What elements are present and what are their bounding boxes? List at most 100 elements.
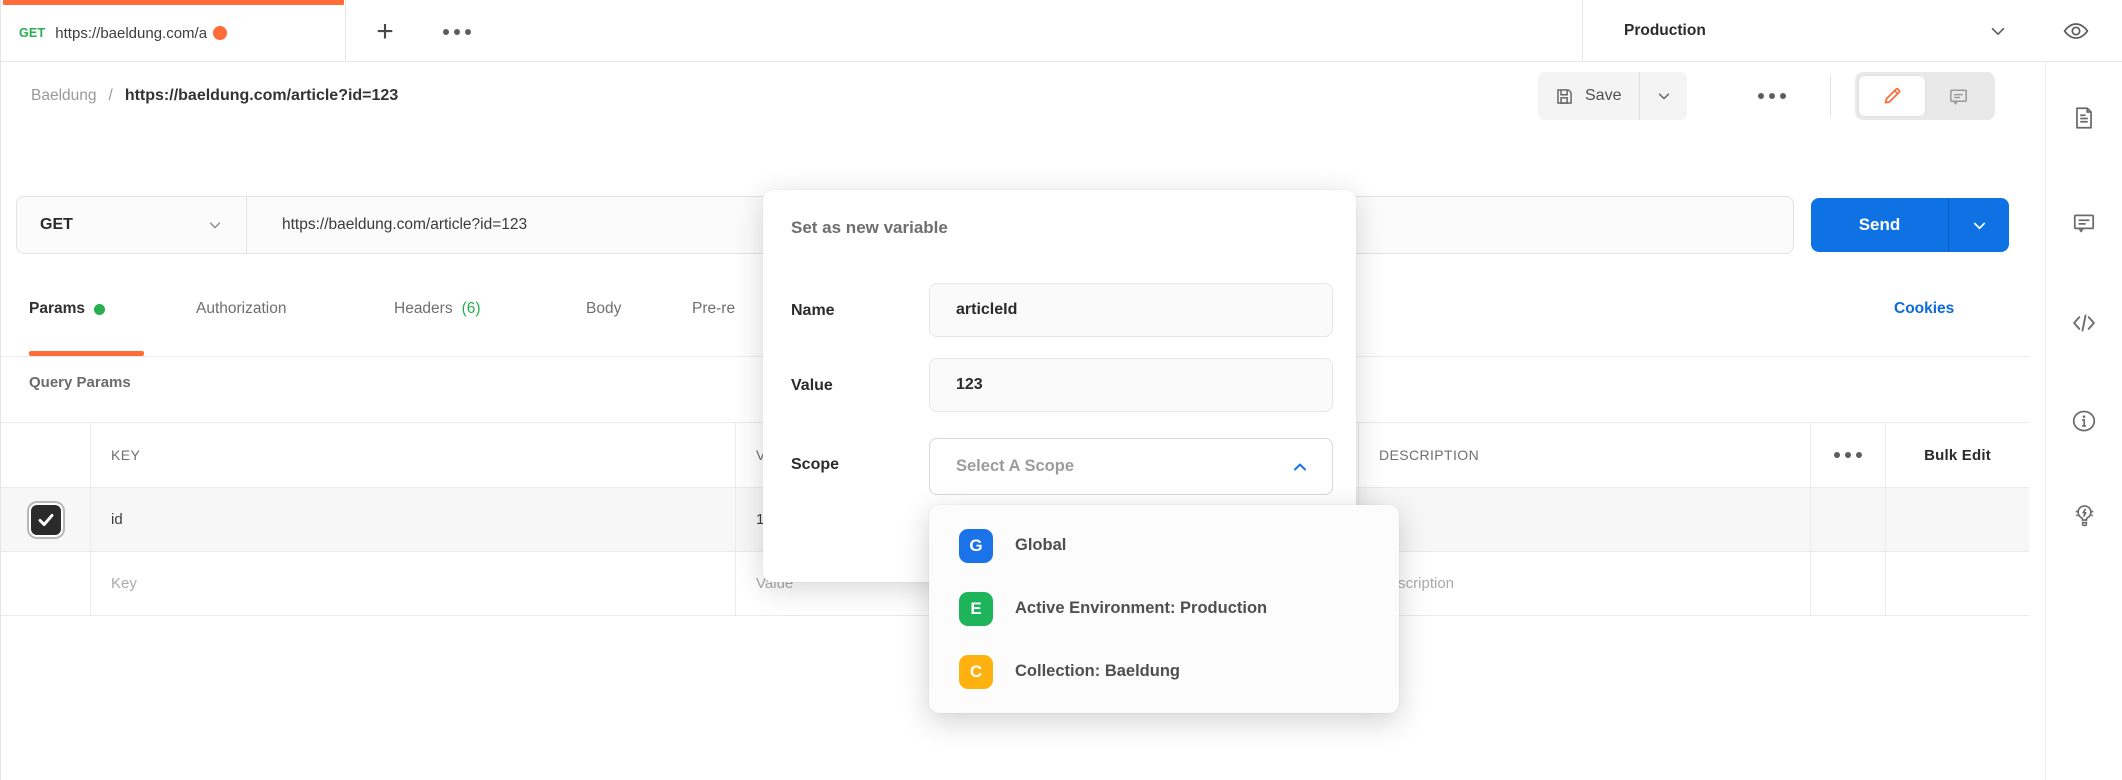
environment-selector[interactable]: Production [1624,0,1706,62]
environment-badge-icon: E [959,592,993,626]
popup-title: Set as new variable [791,218,948,238]
save-button[interactable]: Save [1538,72,1639,120]
chevron-up-icon [1290,457,1310,477]
variable-value-input[interactable] [929,358,1333,412]
editor-mode-toggle [1855,72,1995,120]
param-enabled-checkbox[interactable] [29,503,63,537]
comments-mode-button[interactable] [1925,76,1991,116]
global-badge-icon: G [959,529,993,563]
param-row-options-cell [1811,488,1886,551]
scope-option-label: Collection: Baeldung [1015,662,1180,681]
variable-name-input[interactable] [929,283,1333,337]
method-label: GET [40,216,73,234]
param-select-cell [1,552,91,615]
tab-params-label: Params [29,300,85,318]
breadcrumb-request-name[interactable]: https://baeldung.com/article?id=123 [125,87,398,105]
scope-option-label: Global [1015,536,1066,555]
more-options-icon [1834,452,1862,458]
save-options-button[interactable] [1639,72,1687,120]
description-column-header: DESCRIPTION [1359,423,1811,487]
send-options-button[interactable] [1948,198,2009,252]
params-active-dot-icon [94,304,105,315]
more-options-icon [443,29,471,35]
scope-option-collection[interactable]: C Collection: Baeldung [929,640,1399,703]
breadcrumb: Baeldung / https://baeldung.com/article?… [31,62,398,130]
send-button-group: Send [1811,198,2009,252]
chevron-down-icon [1970,216,1989,235]
param-key-placeholder[interactable]: Key [91,552,736,615]
code-snippet-button[interactable] [2061,300,2107,346]
send-button[interactable]: Send [1811,198,1948,252]
param-select-cell [1,488,91,551]
param-row-options-cell [1811,552,1886,615]
tab-authorization-label: Authorization [196,300,286,318]
method-selector[interactable]: GET [17,197,247,253]
scope-select[interactable]: Select A Scope [929,438,1333,495]
tab-method-label: GET [19,26,45,40]
column-options-button[interactable] [1811,423,1886,487]
tab-pre-request-label: Pre-re [692,300,735,318]
tab-headers-label: Headers [394,300,453,318]
tab-authorization[interactable]: Authorization [196,300,286,318]
environment-quick-look-button[interactable] [2053,8,2099,54]
eye-icon [2063,18,2089,44]
request-tab[interactable]: GET https://baeldung.com/a [1,0,346,62]
chevron-down-icon [1655,87,1673,105]
scope-placeholder: Select A Scope [956,457,1074,476]
comments-button[interactable] [2061,200,2107,246]
tab-params[interactable]: Params [29,300,105,318]
unsaved-dot-icon [213,26,227,40]
tab-body-label: Body [586,300,621,318]
scope-option-label: Active Environment: Production [1015,599,1267,618]
tab-headers[interactable]: Headers (6) [394,300,481,318]
pull-request-lightbulb-icon [2071,502,2098,529]
tab-title: https://baeldung.com/a [55,25,207,42]
bulk-edit-button[interactable]: Bulk Edit [1886,423,2029,487]
breadcrumb-separator: / [109,87,113,105]
request-more-actions-button[interactable] [1749,72,1795,120]
active-tab-underline [29,351,144,356]
active-tab-accent [3,0,344,5]
chevron-down-icon [206,216,224,234]
pull-request-lightbulb-button[interactable] [2061,492,2107,538]
tab-headers-count: (6) [462,300,481,318]
save-icon [1554,86,1575,107]
param-row-spacer-cell [1886,552,2029,615]
query-params-title: Query Params [29,374,131,391]
tab-body[interactable]: Body [586,300,621,318]
documentation-button[interactable] [2061,95,2107,141]
more-options-icon [1758,93,1786,99]
scope-field-label: Scope [791,456,839,474]
breadcrumb-collection[interactable]: Baeldung [31,87,97,105]
cookies-link[interactable]: Cookies [1894,300,1954,318]
comment-icon [1947,85,1970,108]
name-field-label: Name [791,302,835,320]
save-button-group: Save [1538,72,1687,120]
info-icon [2071,408,2097,434]
key-column-header: KEY [91,423,736,487]
scope-option-global[interactable]: G Global [929,514,1399,577]
param-key-cell[interactable]: id [91,488,736,551]
value-field-label: Value [791,377,833,395]
tab-options-button[interactable] [425,8,489,56]
param-row-spacer-cell [1886,488,2029,551]
edit-mode-button[interactable] [1859,76,1925,116]
info-button[interactable] [2061,398,2107,444]
top-bar: GET https://baeldung.com/a + Production [1,0,2122,62]
chevron-down-icon [1987,20,2009,42]
param-description-placeholder[interactable]: Description [1359,552,1811,615]
scope-dropdown-menu: G Global E Active Environment: Productio… [929,505,1399,713]
checkmark-icon [35,509,57,531]
toolbar-divider [1830,76,1831,116]
environment-dropdown-button[interactable] [1977,10,2019,52]
param-description-cell[interactable] [1359,488,1811,551]
code-snippet-icon [2070,309,2098,337]
scope-option-environment[interactable]: E Active Environment: Production [929,577,1399,640]
environment-divider [1582,0,1583,62]
collection-badge-icon: C [959,655,993,689]
save-button-label: Save [1585,87,1621,105]
pencil-icon [1881,85,1903,107]
new-tab-button[interactable]: + [353,8,417,56]
tab-pre-request[interactable]: Pre-re [692,300,735,318]
documentation-icon [2071,105,2097,131]
